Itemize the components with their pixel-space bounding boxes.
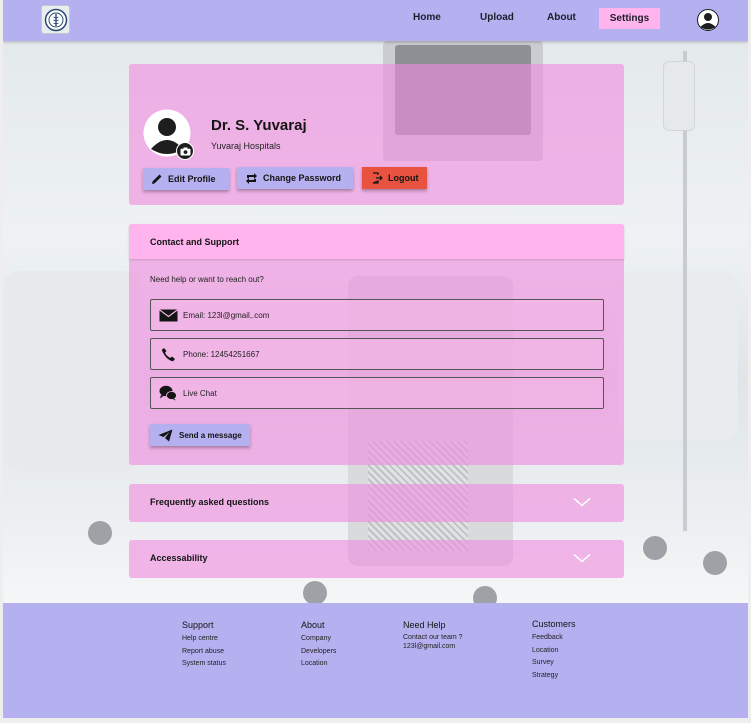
footer-heading: Support: [182, 620, 214, 630]
medical-emblem-icon: [44, 8, 67, 31]
phone-icon: [154, 347, 182, 362]
edit-profile-label: Edit Profile: [168, 174, 216, 184]
contact-header[interactable]: Contact and Support: [129, 224, 624, 259]
footer-need-help-column: Need Help Contact our team ? 123l@gmail.…: [403, 620, 463, 651]
change-password-button[interactable]: Change Password: [237, 167, 353, 189]
footer-support-column: Support Help centre Report abuse System …: [182, 620, 226, 671]
chevron-down-icon: [573, 553, 591, 563]
footer-link-location[interactable]: Location: [532, 645, 576, 658]
app-frame: Home Upload About Settings Dr. S. Yuvara…: [3, 0, 748, 718]
doctor-name: Dr. S. Yuvaraj: [211, 117, 307, 134]
footer-heading: Need Help: [403, 620, 446, 630]
logout-button[interactable]: Logout: [362, 167, 427, 189]
user-avatar[interactable]: [697, 9, 719, 31]
footer-link-feedback[interactable]: Feedback: [532, 632, 576, 645]
footer-customers-column: Customers Feedback Location Survey Strat…: [532, 619, 576, 682]
top-navbar: Home Upload About Settings: [3, 0, 748, 41]
profile-card: Dr. S. Yuvaraj Yuvaraj Hospitals Edit Pr…: [129, 64, 624, 205]
email-contact-row[interactable]: Email: 123l@gmail,.com: [150, 299, 604, 331]
nav-home[interactable]: Home: [413, 12, 441, 23]
nav-about[interactable]: About: [547, 12, 576, 23]
footer-heading: Customers: [532, 619, 576, 629]
logout-label: Logout: [388, 173, 419, 183]
paper-plane-icon: [158, 429, 173, 441]
faq-accordion[interactable]: Frequently asked questions: [129, 484, 624, 522]
logo[interactable]: [41, 5, 70, 34]
refresh-arrows-icon: [246, 172, 257, 184]
live-chat-row[interactable]: Live Chat: [150, 377, 604, 409]
phone-contact-row[interactable]: Phone: 12454251667: [150, 338, 604, 370]
footer-link-strategy[interactable]: Strategy: [532, 670, 576, 683]
accessibility-accordion[interactable]: Accessability: [129, 540, 624, 578]
footer-contact-team[interactable]: Contact our team ?: [403, 633, 463, 642]
phone-text: Phone: 12454251667: [183, 349, 260, 359]
accessibility-title: Accessability: [150, 553, 208, 563]
footer-link-survey[interactable]: Survey: [532, 657, 576, 670]
footer-link-system-status[interactable]: System status: [182, 658, 226, 671]
footer-about-column: About Company Developers Location: [301, 620, 336, 671]
send-message-label: Send a message: [179, 430, 242, 440]
contact-prompt: Need help or want to reach out?: [150, 275, 264, 284]
live-chat-text: Live Chat: [183, 388, 217, 398]
edit-profile-button[interactable]: Edit Profile: [143, 168, 229, 190]
footer: Support Help centre Report abuse System …: [3, 603, 748, 718]
envelope-icon: [154, 308, 182, 322]
footer-link-help-centre[interactable]: Help centre: [182, 633, 226, 646]
chevron-down-icon: [573, 497, 591, 507]
footer-link-location[interactable]: Location: [301, 658, 336, 671]
change-photo-button[interactable]: [176, 142, 194, 160]
chat-bubbles-icon: [154, 385, 182, 401]
hospital-name: Yuvaraj Hospitals: [211, 141, 281, 151]
footer-contact-email[interactable]: 123l@gmail.com: [403, 642, 463, 651]
footer-heading: About: [301, 620, 325, 630]
camera-icon: [180, 147, 190, 155]
contact-title: Contact and Support: [150, 237, 239, 247]
nav-settings[interactable]: Settings: [599, 8, 660, 29]
faq-title: Frequently asked questions: [150, 497, 270, 507]
user-icon: [697, 9, 719, 31]
logout-icon: [372, 172, 383, 184]
email-text: Email: 123l@gmail,.com: [183, 310, 270, 320]
footer-link-company[interactable]: Company: [301, 633, 336, 646]
nav-upload[interactable]: Upload: [480, 12, 514, 23]
pencil-icon: [152, 174, 162, 184]
footer-link-developers[interactable]: Developers: [301, 646, 336, 659]
footer-link-report-abuse[interactable]: Report abuse: [182, 646, 226, 659]
send-message-button[interactable]: Send a message: [150, 424, 250, 446]
change-password-label: Change Password: [263, 173, 342, 183]
contact-support-card: Contact and Support Need help or want to…: [129, 224, 624, 465]
